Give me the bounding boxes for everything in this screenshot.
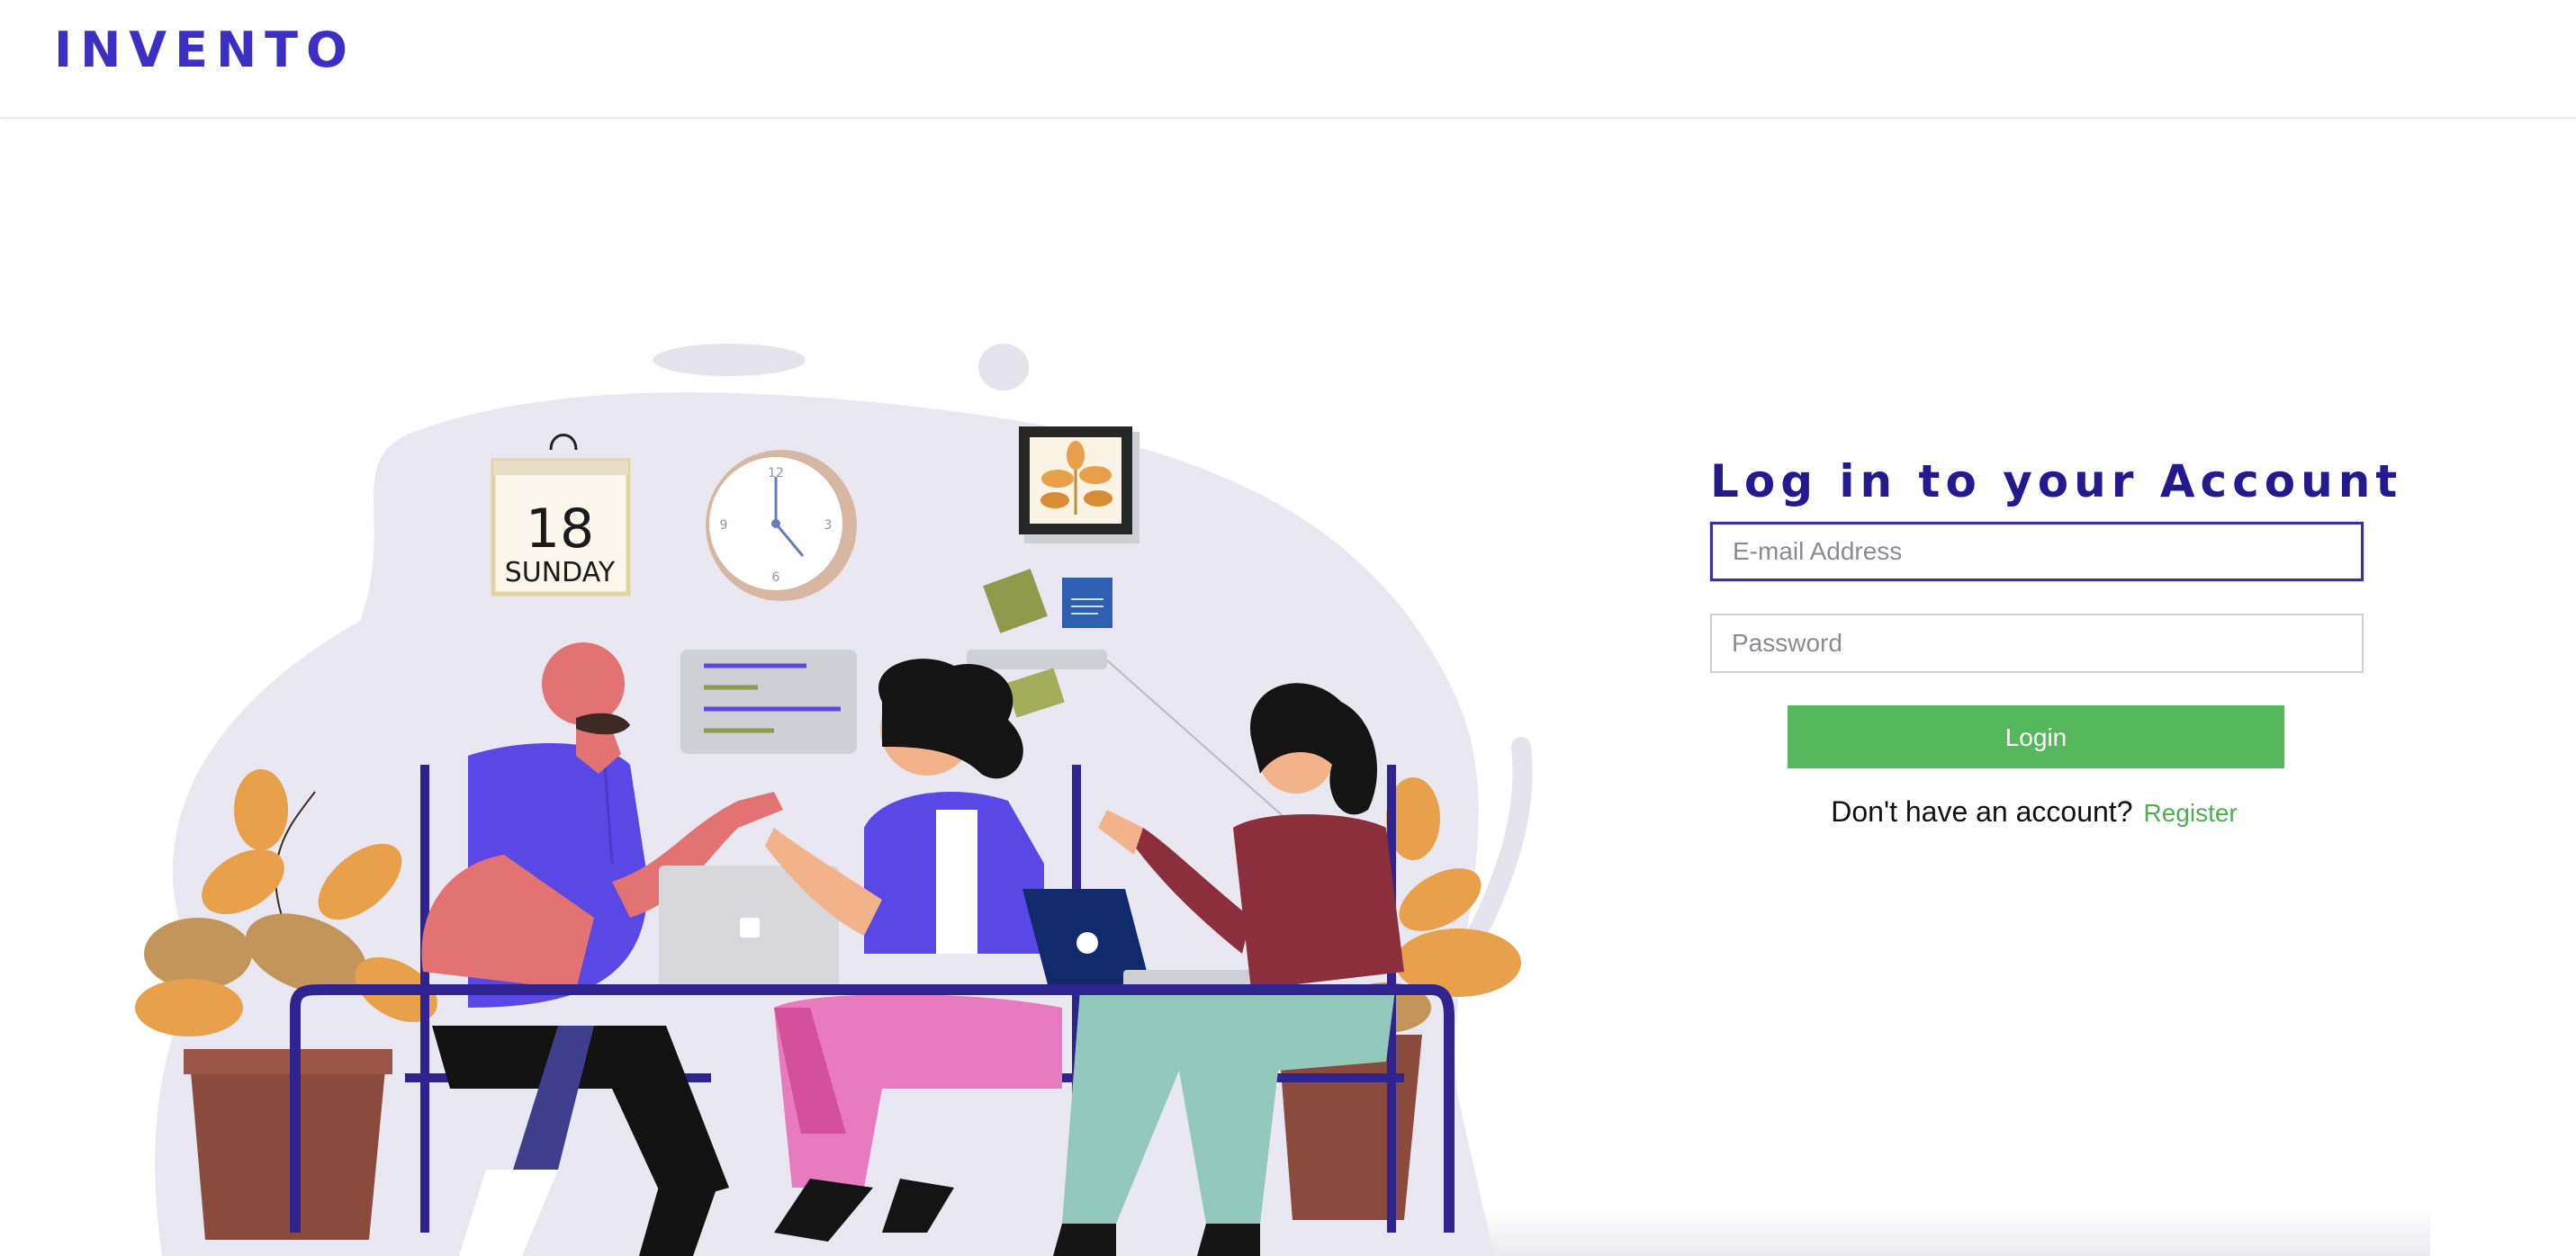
register-row: Don't have an account? Register: [1701, 794, 2367, 831]
login-title: Log in to your Account: [1710, 455, 2403, 507]
top-navbar: INVENTO: [0, 0, 2576, 119]
password-field[interactable]: [1710, 614, 2364, 673]
clock-icon: 12 3 6 9: [706, 450, 857, 601]
clock-number-6: 6: [772, 570, 780, 585]
calendar-day: 18: [526, 498, 594, 561]
background-blob-small: [653, 344, 806, 376]
calendar-icon: 18 SUNDAY: [491, 434, 631, 597]
picture-frame-icon: [1019, 426, 1139, 543]
clock-number-9: 9: [720, 518, 728, 533]
email-field[interactable]: [1710, 522, 2364, 581]
register-link[interactable]: Register: [2143, 799, 2237, 827]
chat-bubble-icon: [680, 650, 857, 754]
calendar-weekday: SUNDAY: [505, 557, 616, 588]
team-meeting-illustration: 18 SUNDAY 12 3 6 9: [135, 344, 1533, 1256]
clock-number-3: 3: [824, 518, 833, 533]
brand-logo[interactable]: INVENTO: [54, 22, 356, 79]
background-blob-dot: [978, 344, 1029, 390]
login-button[interactable]: Login: [1788, 705, 2284, 768]
no-account-text: Don't have an account?: [1831, 795, 2133, 828]
clock-number-12: 12: [768, 466, 784, 480]
